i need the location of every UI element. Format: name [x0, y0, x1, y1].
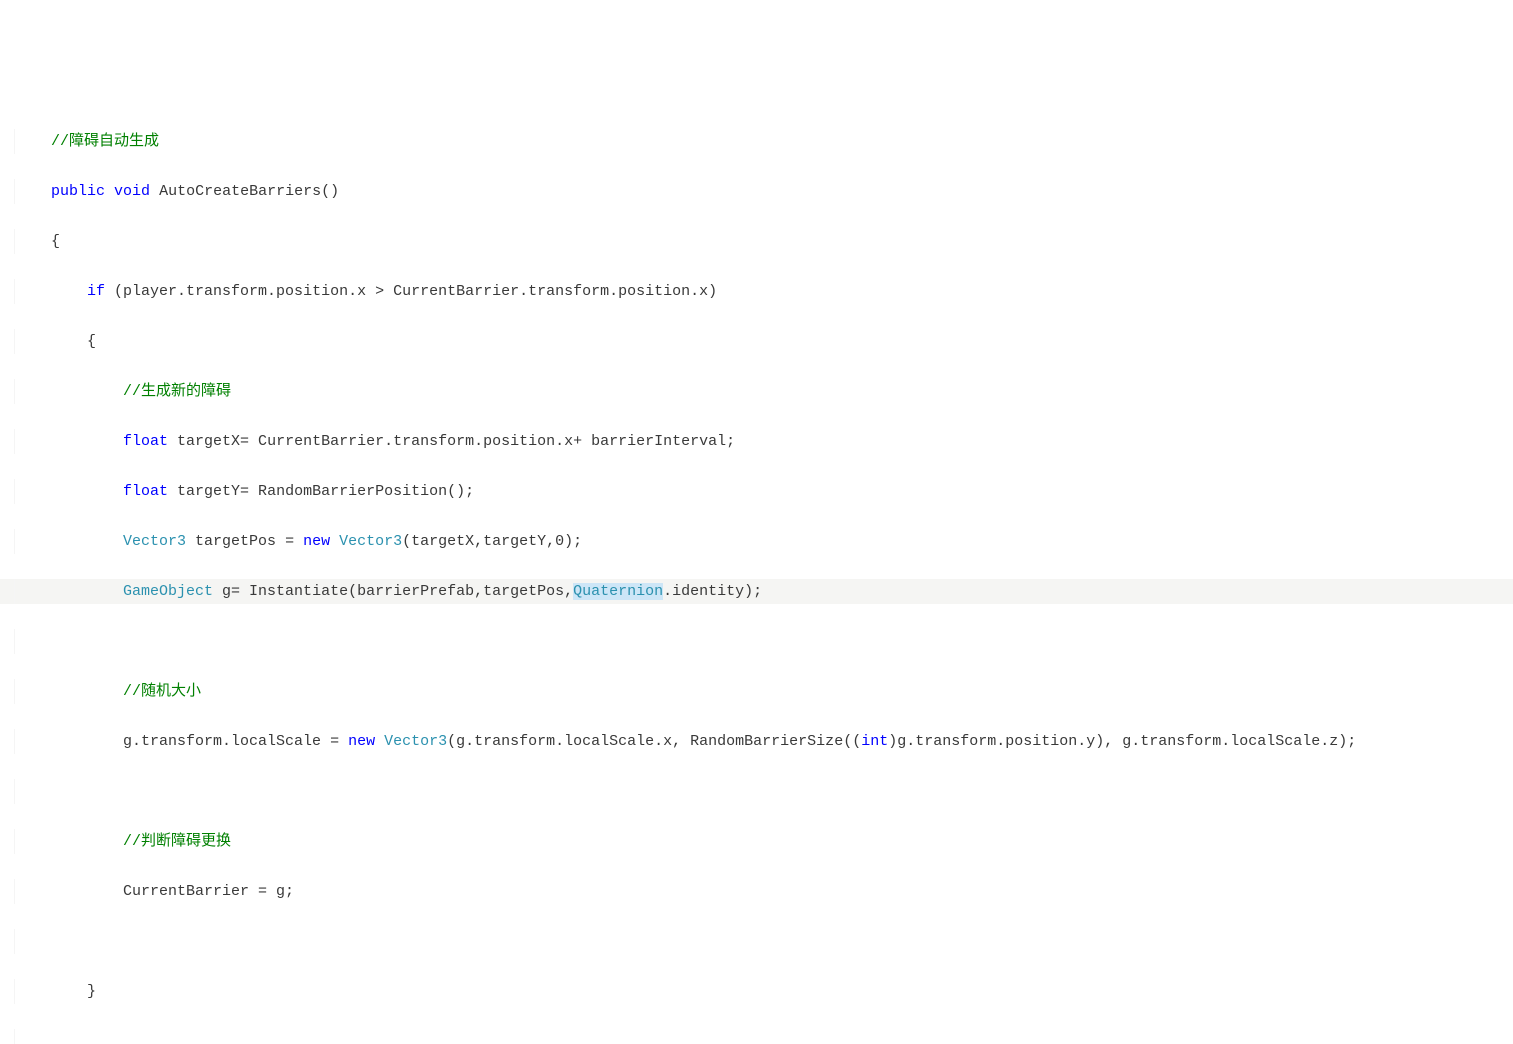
comment: //生成新的障碍	[123, 383, 231, 400]
code-line: {	[0, 229, 1513, 254]
gutter	[0, 979, 15, 1004]
code-line: CurrentBarrier = g;	[0, 879, 1513, 904]
code-line	[0, 1029, 1513, 1044]
gutter	[0, 829, 15, 854]
code-line: //生成新的障碍	[0, 379, 1513, 404]
gutter	[0, 279, 15, 304]
code-line: g.transform.localScale = new Vector3(g.t…	[0, 729, 1513, 754]
gutter	[0, 1029, 15, 1044]
code-line: Vector3 targetPos = new Vector3(targetX,…	[0, 529, 1513, 554]
code-line: //随机大小	[0, 679, 1513, 704]
code-line: float targetX= CurrentBarrier.transform.…	[0, 429, 1513, 454]
code-line: }	[0, 979, 1513, 1004]
code-line-current: GameObject g= Instantiate(barrierPrefab,…	[0, 579, 1513, 604]
code-line: public void AutoCreateBarriers()	[0, 179, 1513, 204]
gutter	[0, 879, 15, 904]
gutter	[0, 329, 15, 354]
gutter	[0, 479, 15, 504]
code-line	[0, 629, 1513, 654]
comment: //障碍自动生成	[51, 133, 159, 150]
code-line: //障碍自动生成	[0, 129, 1513, 154]
gutter	[0, 779, 15, 804]
gutter	[0, 179, 15, 204]
gutter	[0, 379, 15, 404]
comment: //随机大小	[123, 683, 201, 700]
gutter	[0, 729, 15, 754]
gutter	[0, 579, 15, 604]
gutter	[0, 529, 15, 554]
code-line: {	[0, 329, 1513, 354]
code-line: if (player.transform.position.x > Curren…	[0, 279, 1513, 304]
gutter	[0, 129, 15, 154]
code-line	[0, 929, 1513, 954]
gutter	[0, 679, 15, 704]
gutter	[0, 229, 15, 254]
code-editor[interactable]: //障碍自动生成 public void AutoCreateBarriers(…	[0, 100, 1513, 1044]
gutter	[0, 429, 15, 454]
code-line: //判断障碍更换	[0, 829, 1513, 854]
comment: //判断障碍更换	[123, 833, 231, 850]
selected-identifier: Quaternion	[573, 583, 663, 600]
gutter	[0, 929, 15, 954]
code-line: float targetY= RandomBarrierPosition();	[0, 479, 1513, 504]
code-line	[0, 779, 1513, 804]
gutter	[0, 629, 15, 654]
